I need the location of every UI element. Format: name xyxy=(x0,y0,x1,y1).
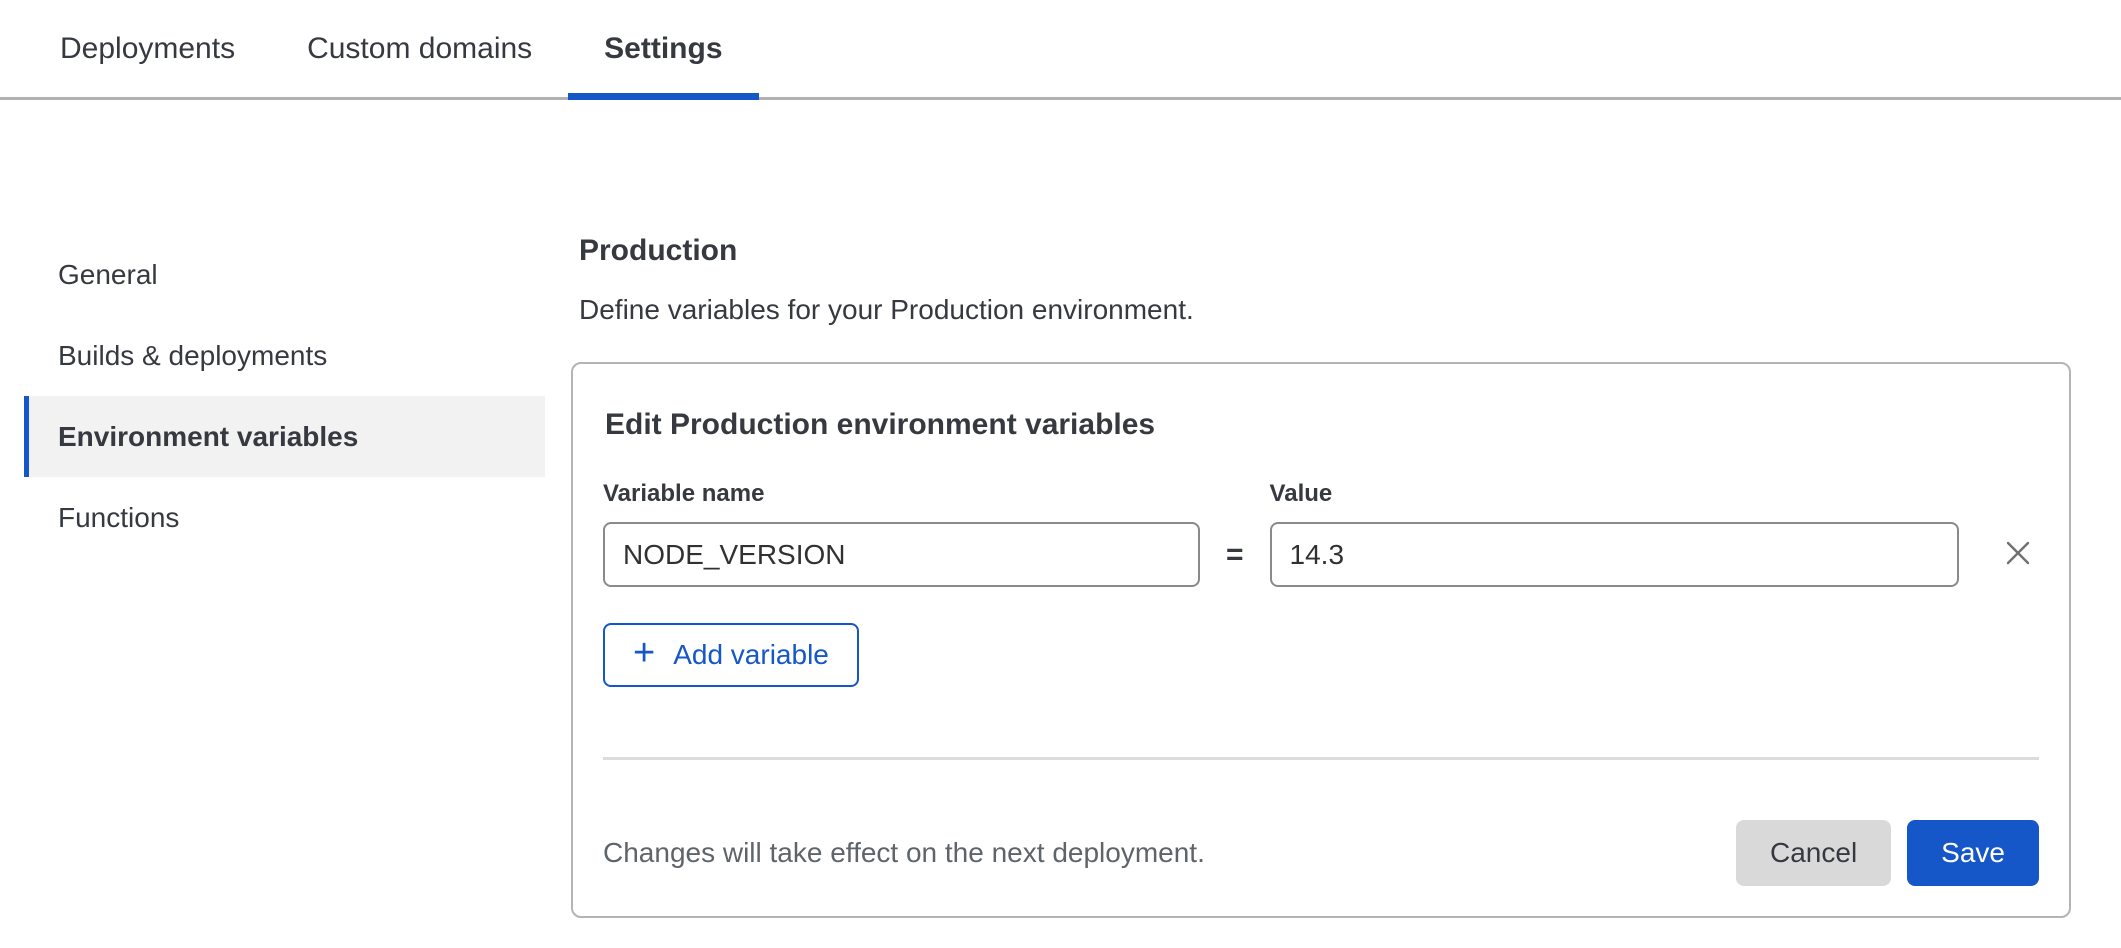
footer-note: Changes will take effect on the next dep… xyxy=(603,837,1205,869)
card-footer: Changes will take effect on the next dep… xyxy=(603,820,2039,886)
save-button[interactable]: Save xyxy=(1907,820,2039,886)
card-divider xyxy=(603,757,2039,760)
plus-icon: + xyxy=(633,634,655,672)
variable-name-field: Variable name xyxy=(603,480,1200,587)
section-heading: Production xyxy=(579,234,2121,268)
variable-value-label: Value xyxy=(1270,480,1959,508)
project-tab-bar: Deployments Custom domains Settings xyxy=(0,0,2121,100)
edit-variables-card: Edit Production environment variables Va… xyxy=(571,362,2071,918)
card-title: Edit Production environment variables xyxy=(605,408,2039,442)
add-variable-button[interactable]: + Add variable xyxy=(603,623,859,687)
variable-value-field: Value xyxy=(1270,480,1959,587)
environment-variables-panel: Production Define variables for your Pro… xyxy=(571,234,2121,918)
equals-sign: = xyxy=(1226,522,1244,587)
tab-deployments[interactable]: Deployments xyxy=(24,0,271,97)
add-variable-label: Add variable xyxy=(673,639,829,671)
variable-row: Variable name = Value xyxy=(603,480,2039,587)
settings-sidebar: General Builds & deployments Environment… xyxy=(0,234,545,918)
close-icon xyxy=(2001,536,2035,573)
variable-name-input[interactable] xyxy=(603,522,1200,587)
footer-actions: Cancel Save xyxy=(1736,820,2039,886)
sidebar-item-general[interactable]: General xyxy=(24,234,545,315)
variable-value-input[interactable] xyxy=(1270,522,1959,587)
remove-variable-button[interactable] xyxy=(1997,522,2039,587)
tab-settings[interactable]: Settings xyxy=(568,0,758,97)
sidebar-item-builds-deployments[interactable]: Builds & deployments xyxy=(24,315,545,396)
sidebar-item-environment-variables[interactable]: Environment variables xyxy=(24,396,545,477)
variable-name-label: Variable name xyxy=(603,480,1200,508)
section-description: Define variables for your Production env… xyxy=(579,294,2121,326)
settings-content: General Builds & deployments Environment… xyxy=(0,100,2121,918)
cancel-button[interactable]: Cancel xyxy=(1736,820,1891,886)
tab-custom-domains[interactable]: Custom domains xyxy=(271,0,568,97)
sidebar-item-functions[interactable]: Functions xyxy=(24,477,545,558)
